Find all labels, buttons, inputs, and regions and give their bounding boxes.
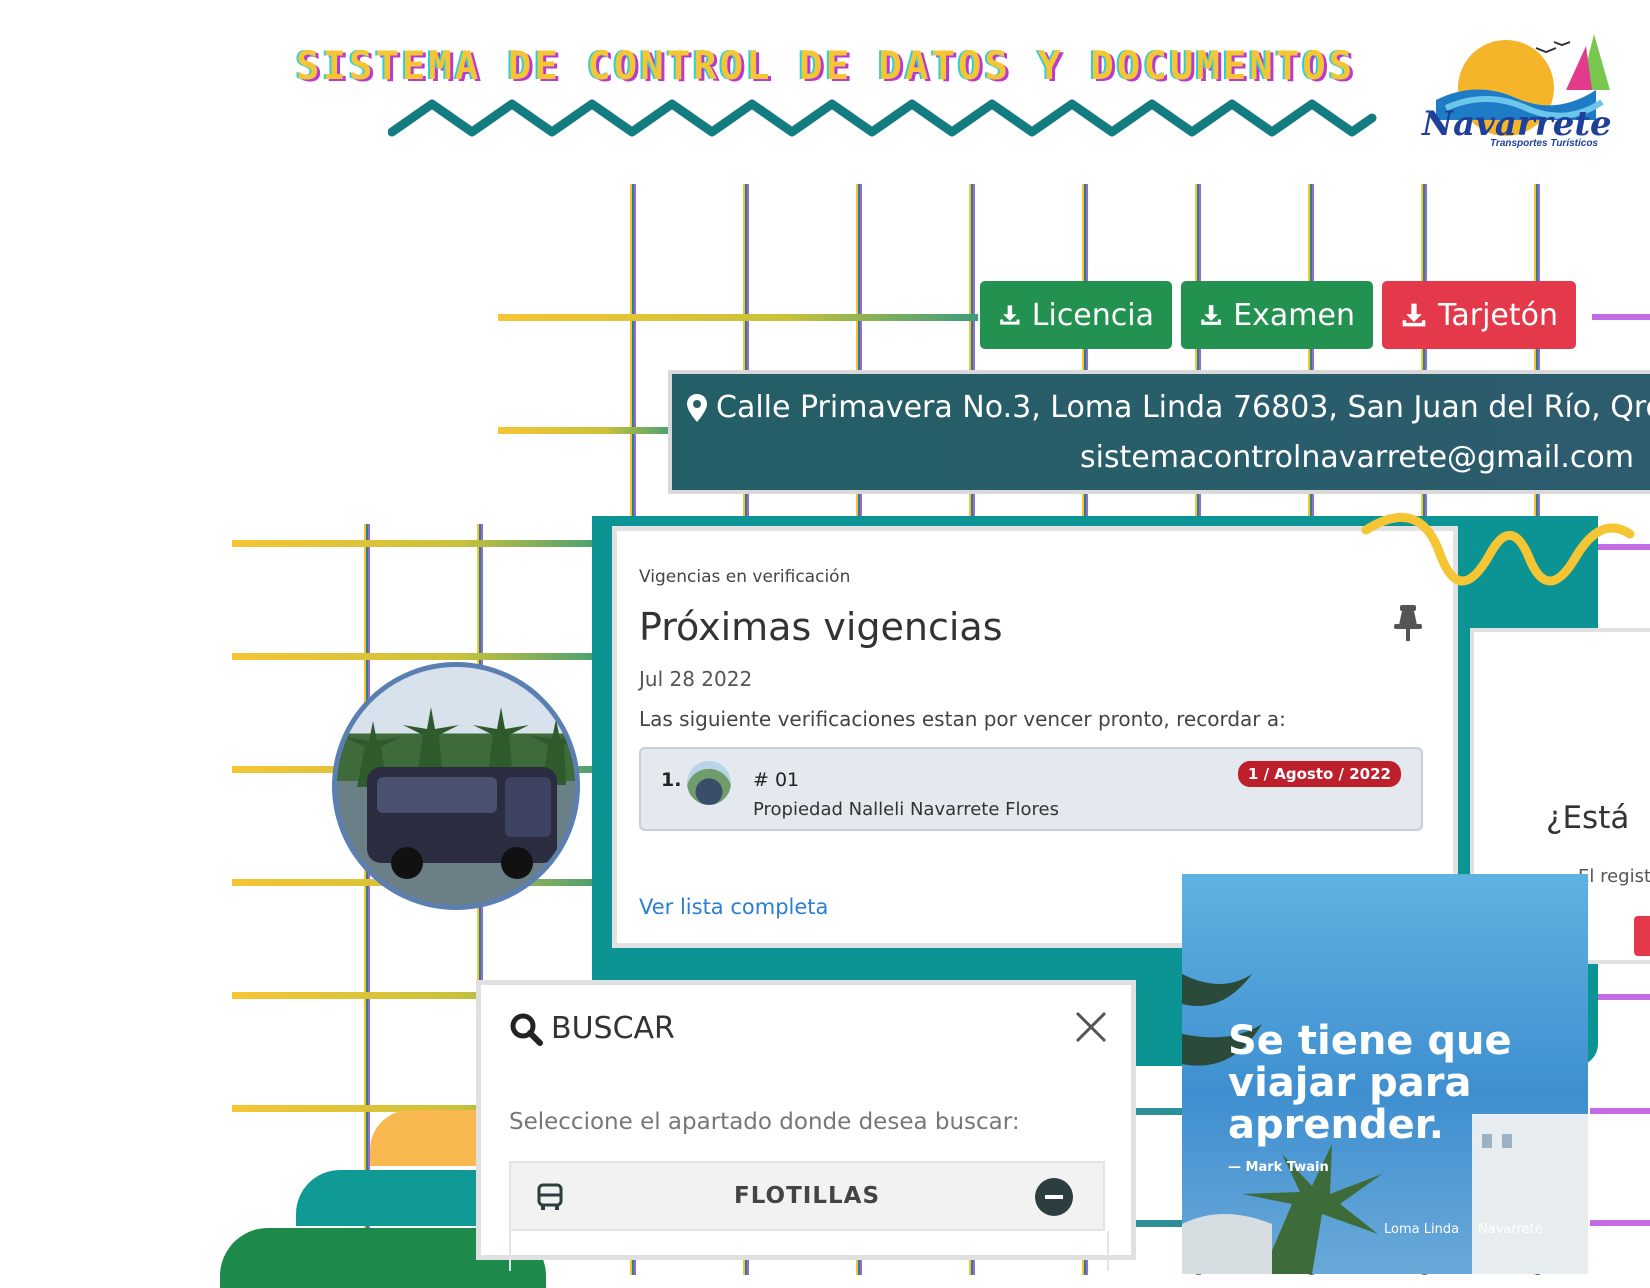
bus-image (345, 707, 575, 879)
squiggle-decoration (1361, 512, 1635, 586)
poster-footer-right: Navarrete (1478, 1222, 1543, 1237)
search-header: BUSCAR (509, 1011, 675, 1046)
vehicle-thumbnail (687, 761, 731, 805)
card-title: Próximas vigencias (639, 605, 1003, 649)
quote-text: Se tiene que viajar para aprender. (1228, 1018, 1512, 1148)
search-title: BUSCAR (551, 1011, 675, 1046)
quote-author: — Mark Twain (1228, 1160, 1329, 1175)
flotillas-accordion-header[interactable]: FLOTILLAS (509, 1161, 1105, 1231)
contact-info-bar: Calle Primavera No.3, Loma Linda 76803, … (668, 370, 1650, 494)
quote-poster: Se tiene que viajar para aprender. — Mar… (1182, 874, 1588, 1274)
view-full-list-link[interactable]: Ver lista completa (639, 895, 828, 919)
flotillas-label: FLOTILLAS (733, 1183, 881, 1209)
card-subtitle: Vigencias en verificación (639, 567, 851, 587)
licencia-button-label: Licencia (1031, 297, 1154, 333)
tarjeton-button-label: Tarjetón (1438, 297, 1558, 333)
grid-line (498, 427, 678, 434)
grid-line (498, 314, 978, 321)
address-text: Calle Primavera No.3, Loma Linda 76803, … (716, 390, 1650, 425)
address-line: Calle Primavera No.3, Loma Linda 76803, … (686, 390, 1650, 425)
collapse-icon[interactable] (1035, 1178, 1073, 1216)
grid-line (1590, 1108, 1650, 1114)
logo-subtitle: Transportes Turísticos (1490, 138, 1598, 149)
search-panel: BUSCAR Seleccione el apartado donde dese… (476, 980, 1136, 1271)
page-title: SISTEMA DE CONTROL DE DATOS Y DOCUMENTOS (296, 44, 1356, 89)
close-icon[interactable] (1073, 1009, 1109, 1045)
search-prompt: Seleccione el apartado donde desea busca… (509, 1109, 1020, 1135)
grid-line (1590, 1220, 1650, 1226)
poster-footer-left: Loma Linda (1384, 1222, 1460, 1237)
accordion-body (509, 1231, 1109, 1271)
dialog-question: ¿Está (1546, 800, 1630, 836)
item-index: 1. (661, 769, 682, 791)
licencia-download-button[interactable]: Licencia (980, 281, 1172, 349)
item-owner: Propiedad Nalleli Navarrete Flores (753, 799, 1059, 820)
card-description: Las siguiente verificaciones estan por v… (639, 707, 1286, 731)
bus-photo (332, 662, 580, 910)
download-icon (1201, 305, 1221, 325)
card-date: Jul 28 2022 (639, 667, 753, 691)
dialog-confirm-button[interactable] (1634, 916, 1650, 956)
list-item[interactable]: 1. # 01 Propiedad Nalleli Navarrete Flor… (639, 747, 1423, 831)
examen-download-button[interactable]: Examen (1181, 281, 1373, 349)
grid-line (1590, 994, 1650, 1000)
navarrete-logo: Navarrete Transportes Turísticos (1416, 28, 1620, 152)
download-icon (1000, 305, 1020, 325)
download-icon (1402, 303, 1426, 327)
map-marker-icon (687, 393, 707, 422)
tarjeton-download-button[interactable]: Tarjetón (1382, 281, 1576, 349)
grid-line (1592, 314, 1650, 320)
search-icon (510, 1013, 543, 1046)
dialog-text: El regist (1578, 866, 1650, 887)
item-plate: # 01 (753, 769, 800, 791)
expiry-badge: 1 / Agosto / 2022 (1237, 761, 1401, 787)
zigzag-decoration (388, 99, 1377, 137)
examen-button-label: Examen (1233, 297, 1355, 333)
email-text[interactable]: sistemacontrolnavarrete@gmail.com (1080, 440, 1634, 475)
grid-line (232, 653, 612, 660)
grid-line (232, 540, 612, 547)
